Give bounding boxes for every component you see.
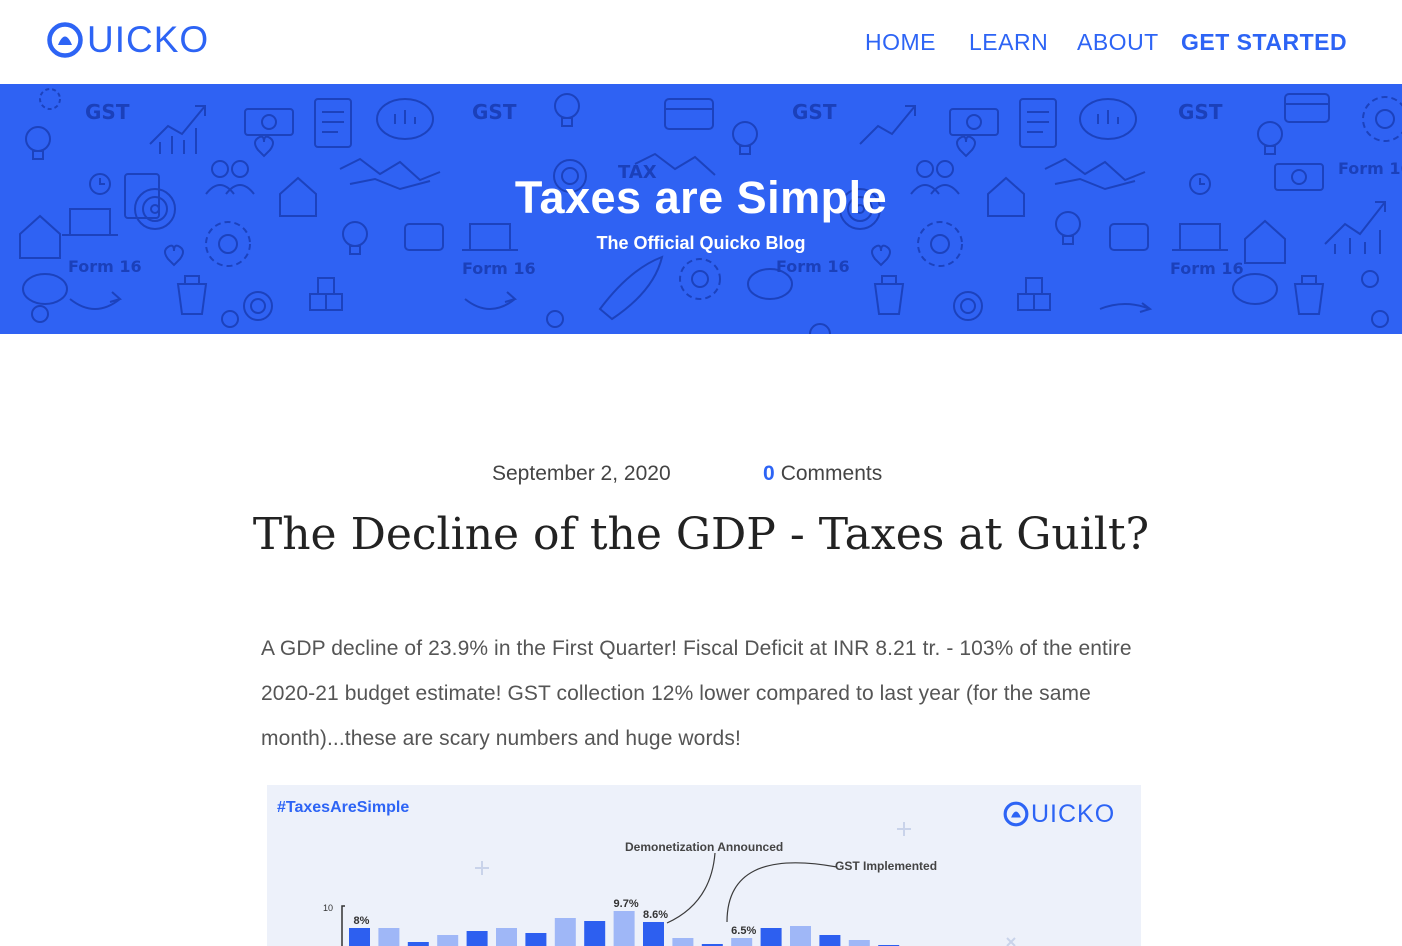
gdp-bar <box>554 918 576 946</box>
nav-get-started[interactable]: GET STARTED <box>1181 27 1347 57</box>
gdp-bar <box>349 928 370 946</box>
hero-title: Taxes are Simple <box>514 172 888 223</box>
y-tick-label: 10 <box>323 903 333 913</box>
gdp-bar <box>760 928 782 946</box>
gdp-bar <box>584 921 606 946</box>
gdp-bar <box>790 926 811 946</box>
doodle-label: GST <box>1178 100 1223 124</box>
gdp-infographic: #TaxesAreSimple UICKO Demonetization Ann… <box>267 785 1141 946</box>
gdp-bar <box>525 933 547 946</box>
gdp-bar <box>643 922 664 946</box>
post-intro: A GDP decline of 23.9% in the First Quar… <box>261 637 1132 750</box>
comment-label: Comments <box>780 462 883 485</box>
gdp-bar <box>437 935 459 946</box>
doodle-label: GST <box>472 100 517 124</box>
gdp-bar <box>378 928 400 946</box>
gdp-bar <box>819 935 841 946</box>
gdp-bar <box>466 931 488 946</box>
bar-data-label: 8% <box>354 915 370 927</box>
bar-data-label: 8.6% <box>643 909 668 921</box>
doodle-label: Form 16 <box>776 257 850 276</box>
doodle-label: GST <box>792 100 837 124</box>
gdp-bar <box>613 911 635 946</box>
y-axis <box>341 905 345 946</box>
comment-count: 0 <box>763 462 775 485</box>
gdp-bar <box>731 938 753 946</box>
bar-data-label: 6.5% <box>731 925 756 937</box>
hero-banner: GST GST GST GST TAX Form 16 Form 16 Form… <box>0 84 1402 334</box>
gdp-bar <box>848 940 870 946</box>
doodle-label: Form 16 <box>68 257 142 276</box>
gst-pointer <box>726 862 838 923</box>
hero-subtitle: The Official Quicko Blog <box>596 233 806 253</box>
gdp-bar <box>672 938 694 946</box>
demonetization-pointer <box>666 852 716 924</box>
doodle-label: Form 16 <box>462 259 536 278</box>
bar-data-label: 9.7% <box>614 898 639 910</box>
doodle-label: Form 16 <box>1170 259 1244 278</box>
gdp-bar-chart: 1058%9.7%8.6%6.5% <box>323 822 1016 946</box>
main-nav: HOME LEARN ABOUT GET STARTED <box>0 27 1402 57</box>
doodle-label: GST <box>85 100 130 124</box>
top-navigation-bar: UICKO HOME LEARN ABOUT GET STARTED <box>0 0 1402 84</box>
gdp-bar <box>496 928 517 946</box>
post-title: The Decline of the GDP - Taxes at Guilt? <box>252 509 1150 560</box>
post-date: September 2, 2020 <box>492 462 671 485</box>
nav-learn[interactable]: LEARN <box>969 27 1048 57</box>
post-meta: September 2, 2020 0 Comments <box>0 460 1402 488</box>
nav-home[interactable]: HOME <box>865 27 936 57</box>
gdp-bar <box>407 942 429 946</box>
nav-about[interactable]: ABOUT <box>1077 27 1159 57</box>
comments-link[interactable]: 0 Comments <box>763 460 882 488</box>
